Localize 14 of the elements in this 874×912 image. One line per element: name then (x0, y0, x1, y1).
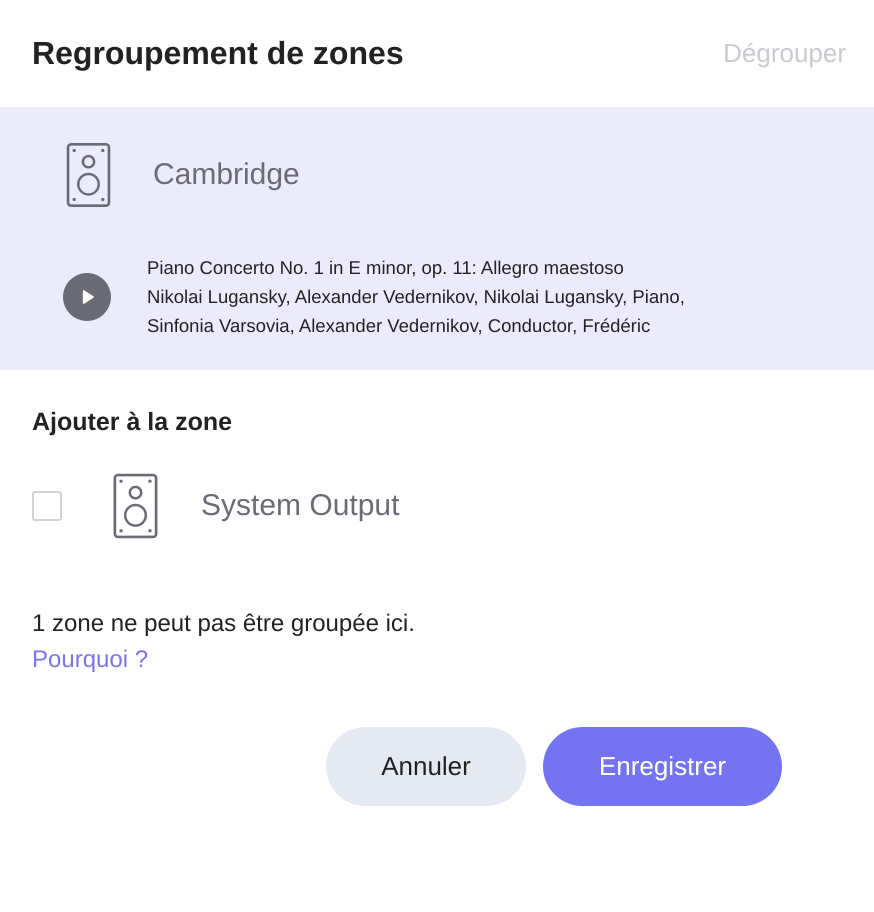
play-button[interactable] (63, 272, 111, 320)
track-title: Piano Concerto No. 1 in E minor, op. 11: Allegro maestoso (147, 256, 625, 280)
zone-name: Cambridge (153, 158, 300, 192)
checkbox[interactable] (32, 491, 62, 521)
speaker-icon (66, 142, 111, 208)
dialog-title: Regroupement de zones (32, 35, 404, 72)
notice-text: 1 zone ne peut pas être groupée ici. (32, 609, 416, 639)
save-button[interactable]: Enregistrer (543, 727, 782, 806)
speaker-icon (112, 473, 159, 539)
cancel-button[interactable]: Annuler (326, 727, 526, 806)
track-artists: Nikolai Lugansky, Alexander Vedernikov, Nikolai Lugansky, Piano, Sinfonia Varsovia, Alexander Vedernikov, Conductor, Frédéric (147, 285, 686, 338)
why-link[interactable]: Pourquoi ? (32, 646, 148, 673)
section-heading: Ajouter à la zone (32, 408, 234, 437)
zone-name: System Output (201, 489, 400, 523)
